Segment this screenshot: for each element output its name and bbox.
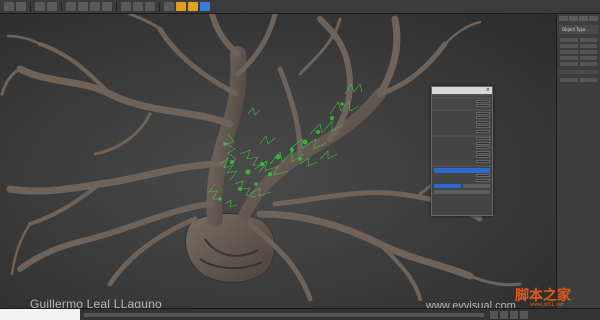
param-spinner[interactable]	[476, 137, 490, 141]
param-spinner[interactable]	[476, 150, 490, 154]
object-type-button[interactable]	[579, 62, 597, 66]
render-setup-icon[interactable]	[176, 2, 186, 11]
time-slider[interactable]	[84, 313, 484, 317]
toolbar-divider	[116, 1, 117, 12]
main-toolbar	[0, 0, 600, 14]
object-type-button[interactable]	[560, 38, 578, 42]
param-spinner[interactable]	[476, 155, 490, 159]
author-caption: Guillermo Leal LLaguno	[30, 297, 162, 308]
select-icon[interactable]	[66, 2, 76, 11]
generate-button[interactable]	[434, 183, 461, 188]
render-icon[interactable]	[188, 2, 198, 11]
toolbar-divider	[30, 1, 31, 12]
param-spinner[interactable]	[476, 104, 490, 108]
playback-controls	[490, 311, 528, 319]
reset-button[interactable]	[463, 183, 490, 188]
dialog-param-row	[432, 129, 492, 134]
dialog-titlebar[interactable]: ×	[432, 87, 492, 94]
material-editor-icon[interactable]	[164, 2, 174, 11]
modify-tab[interactable]	[569, 16, 578, 21]
teapot-icon[interactable]	[200, 2, 210, 11]
dialog-button-row	[432, 183, 492, 189]
object-type-button[interactable]	[579, 38, 597, 42]
unlink-icon[interactable]	[47, 2, 57, 11]
timeline-bar	[0, 308, 600, 320]
play-icon[interactable]	[500, 311, 508, 319]
ivy-settings-dialog: ×	[431, 86, 493, 216]
undo-icon[interactable]	[4, 2, 14, 11]
object-type-button[interactable]	[560, 62, 578, 66]
rotate-icon[interactable]	[90, 2, 100, 11]
next-frame-icon[interactable]	[510, 311, 518, 319]
key-mode-icon[interactable]	[520, 311, 528, 319]
tree-trunk-base	[185, 213, 276, 283]
param-spinner[interactable]	[476, 120, 490, 124]
motion-tab[interactable]	[589, 16, 598, 21]
redo-icon[interactable]	[16, 2, 26, 11]
percent-snap-icon[interactable]	[145, 2, 155, 11]
param-spinner[interactable]	[476, 141, 490, 145]
prev-frame-icon[interactable]	[490, 311, 498, 319]
hierarchy-tab[interactable]	[579, 16, 588, 21]
dialog-param-row	[432, 159, 492, 164]
scale-icon[interactable]	[102, 2, 112, 11]
object-type-button[interactable]	[579, 44, 597, 48]
object-type-grid	[557, 36, 600, 68]
object-type-button[interactable]	[560, 44, 578, 48]
object-type-rollout[interactable]: Object Type	[559, 25, 598, 34]
dialog-action-button[interactable]	[434, 189, 490, 194]
command-panel: Object Type	[556, 14, 600, 308]
command-panel-tabs	[557, 14, 600, 23]
tree-trunk	[206, 46, 247, 227]
site-caption: www.evvisual.com	[426, 300, 516, 308]
link-icon[interactable]	[35, 2, 45, 11]
param-spinner[interactable]	[476, 99, 490, 103]
grow-button[interactable]	[434, 167, 490, 173]
param-spinner[interactable]	[476, 116, 490, 120]
param-spinner[interactable]	[476, 125, 490, 129]
dialog-menu	[432, 94, 492, 96]
object-type-button[interactable]	[579, 50, 597, 54]
name-field-row	[557, 76, 600, 84]
toolbar-divider	[61, 1, 62, 12]
color-swatch[interactable]	[579, 78, 597, 82]
dialog-section-header[interactable]	[432, 164, 492, 167]
name-field[interactable]	[560, 78, 578, 82]
create-tab[interactable]	[559, 16, 568, 21]
param-spinner[interactable]	[476, 174, 490, 178]
param-spinner[interactable]	[476, 129, 490, 133]
object-type-button[interactable]	[560, 50, 578, 54]
angle-snap-icon[interactable]	[133, 2, 143, 11]
name-color-rollout[interactable]	[559, 70, 598, 74]
snap-icon[interactable]	[121, 2, 131, 11]
param-spinner[interactable]	[476, 178, 490, 182]
move-icon[interactable]	[78, 2, 88, 11]
maxscript-listener[interactable]	[0, 309, 80, 320]
object-type-button[interactable]	[560, 56, 578, 60]
dialog-param-row	[432, 104, 492, 109]
close-icon[interactable]: ×	[486, 88, 490, 93]
param-spinner[interactable]	[476, 146, 490, 150]
toolbar-divider	[159, 1, 160, 12]
param-spinner[interactable]	[476, 111, 490, 115]
param-spinner[interactable]	[476, 159, 490, 163]
object-type-button[interactable]	[579, 56, 597, 60]
